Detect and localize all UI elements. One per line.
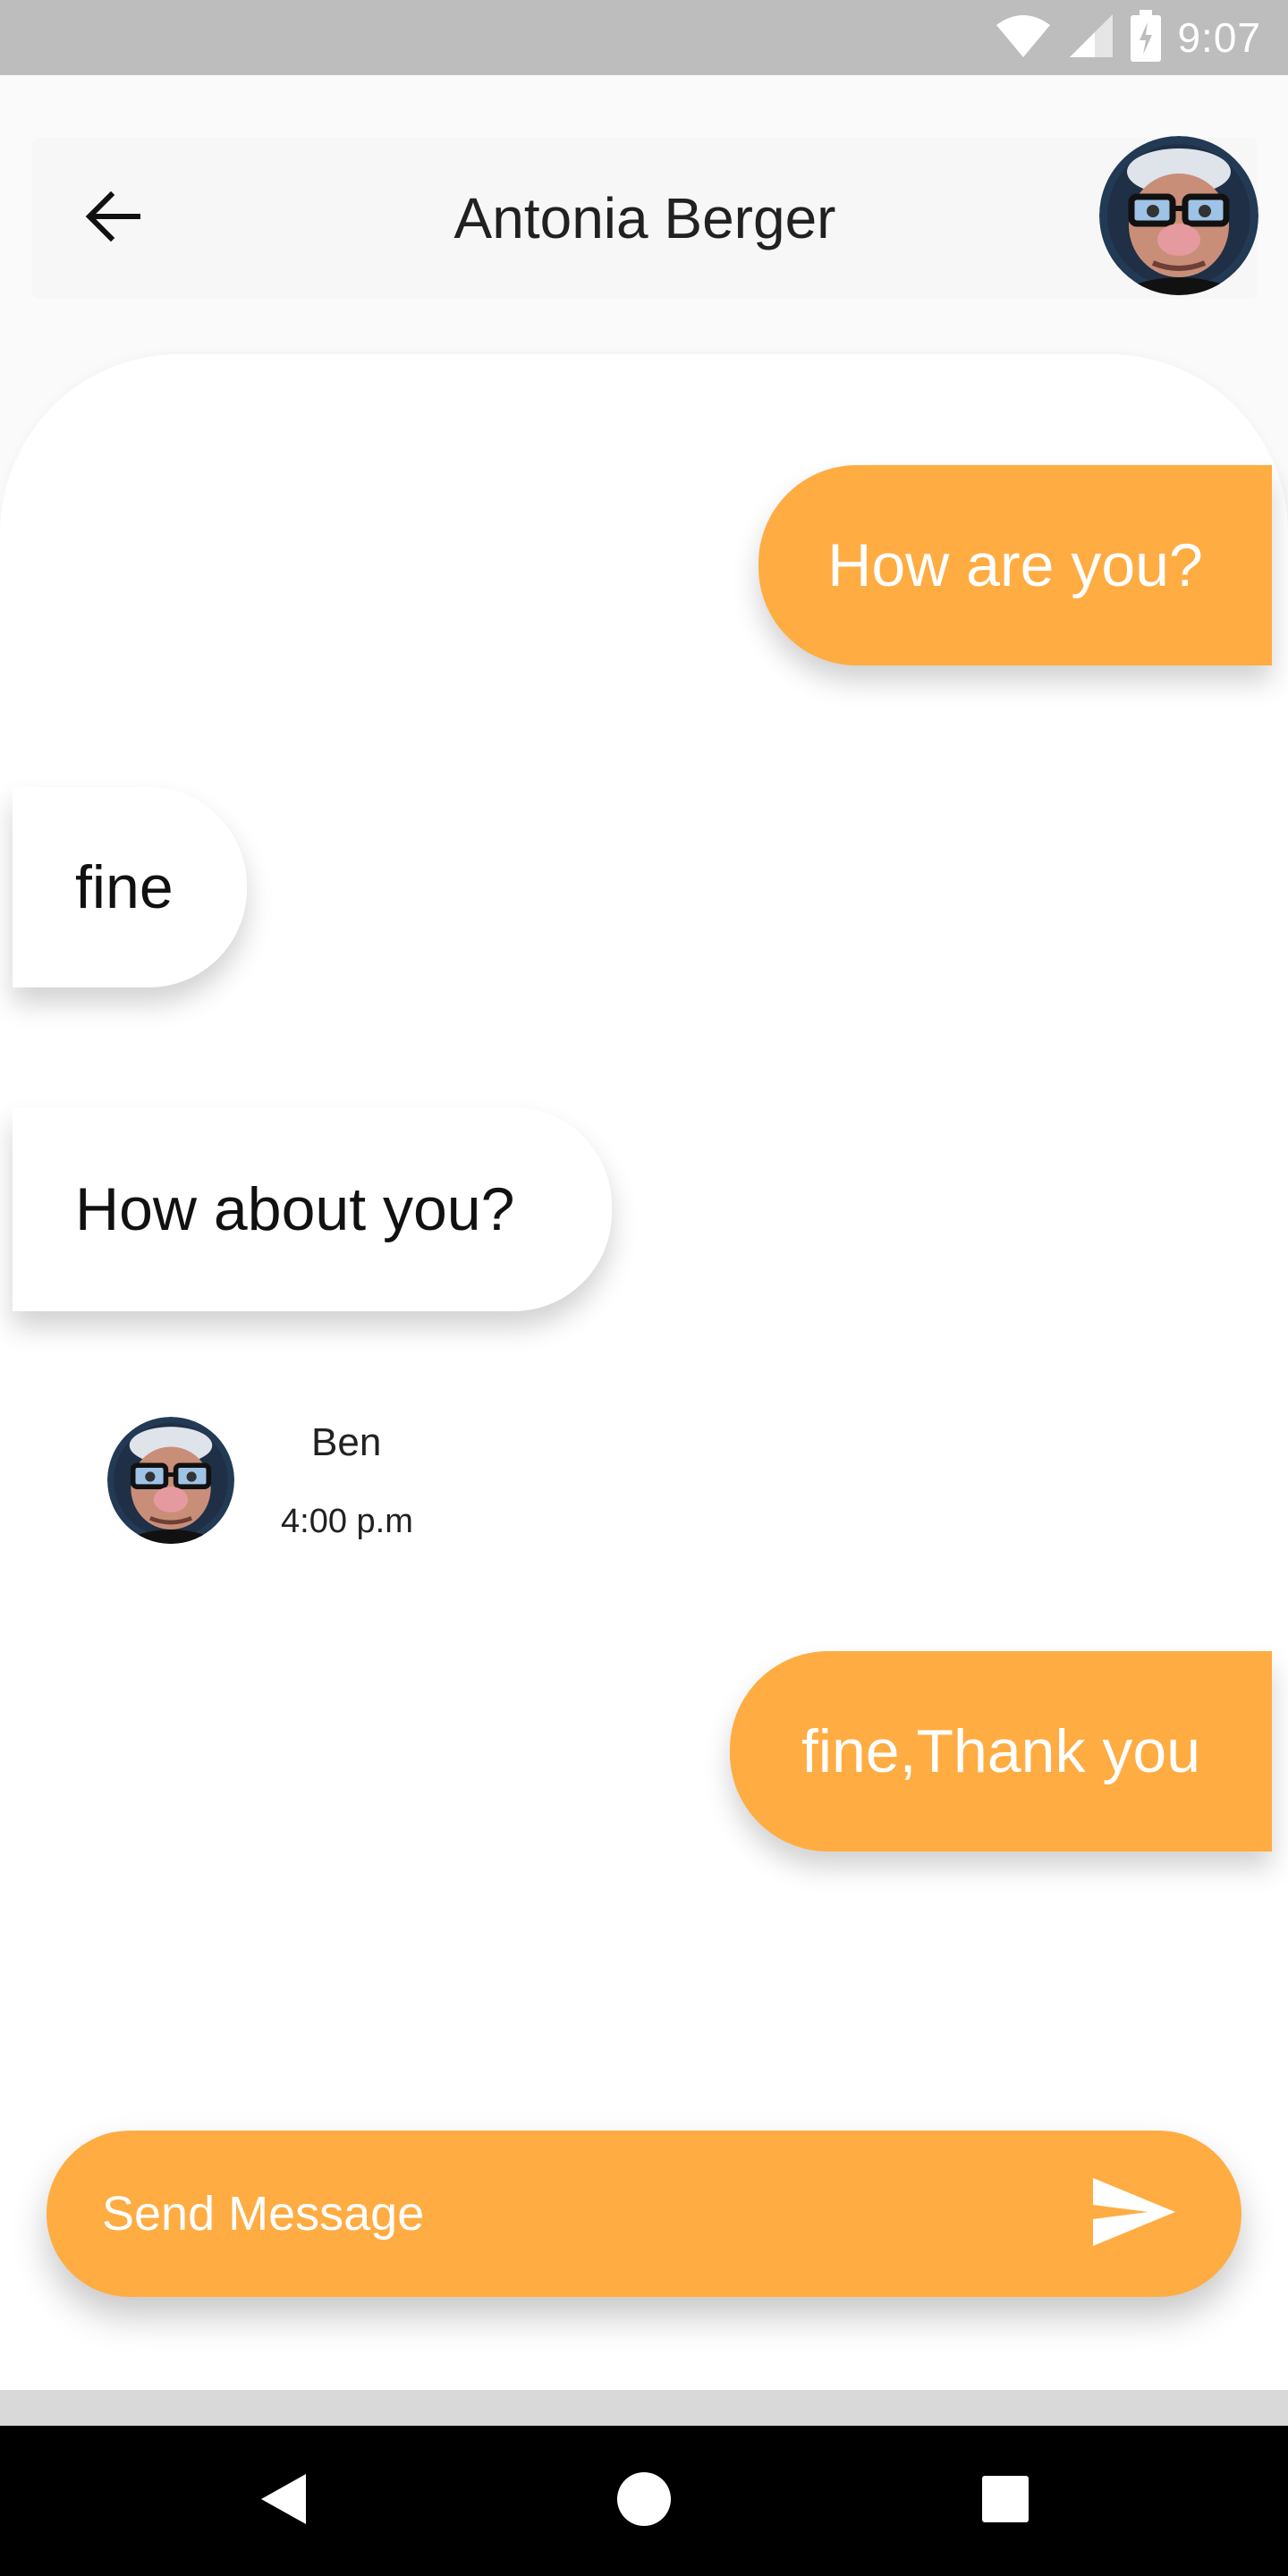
signal-icon (1068, 13, 1114, 64)
message-text: How about you? (75, 1175, 515, 1243)
message-timestamp: 4:00 p.m (281, 1503, 413, 1540)
send-button[interactable] (1072, 2151, 1197, 2276)
recents-square-icon (980, 2474, 1030, 2529)
system-nav-bar (0, 2426, 1288, 2576)
avatar-image (1099, 136, 1258, 295)
message-text: How are you? (827, 531, 1203, 599)
message-bubble-outgoing[interactable]: fine,Thank you (730, 1651, 1272, 1852)
message-input[interactable] (47, 2131, 1072, 2297)
bottom-divider (0, 2390, 1288, 2426)
message-text: fine,Thank you (801, 1717, 1201, 1785)
home-circle-icon (616, 2471, 672, 2531)
message-bubble-incoming[interactable]: How about you? (13, 1107, 612, 1311)
nav-recents-button[interactable] (943, 2426, 1068, 2576)
sender-avatar[interactable] (107, 1417, 234, 1544)
back-triangle-icon (256, 2470, 309, 2532)
sender-name: Ben (311, 1420, 382, 1464)
message-bubble-incoming[interactable]: fine (13, 787, 247, 987)
contact-avatar[interactable] (1099, 136, 1258, 295)
message-composer (47, 2131, 1241, 2297)
arrow-back-icon (84, 188, 141, 250)
status-time: 9:07 (1177, 14, 1261, 61)
back-button[interactable] (77, 182, 148, 254)
app-bar: Antonia Berger (32, 136, 1258, 299)
message-text: fine (75, 853, 174, 921)
battery-charging-icon (1131, 9, 1162, 66)
nav-back-button[interactable] (220, 2426, 345, 2576)
message-bubble-outgoing[interactable]: How are you? (758, 465, 1272, 665)
status-bar: 9:07 (0, 0, 1288, 75)
nav-home-button[interactable] (581, 2426, 707, 2576)
send-icon (1091, 2176, 1177, 2252)
avatar-image (107, 1417, 234, 1544)
status-icons: 9:07 (995, 9, 1261, 66)
page-title: Antonia Berger (453, 186, 836, 250)
wifi-icon (995, 13, 1052, 64)
